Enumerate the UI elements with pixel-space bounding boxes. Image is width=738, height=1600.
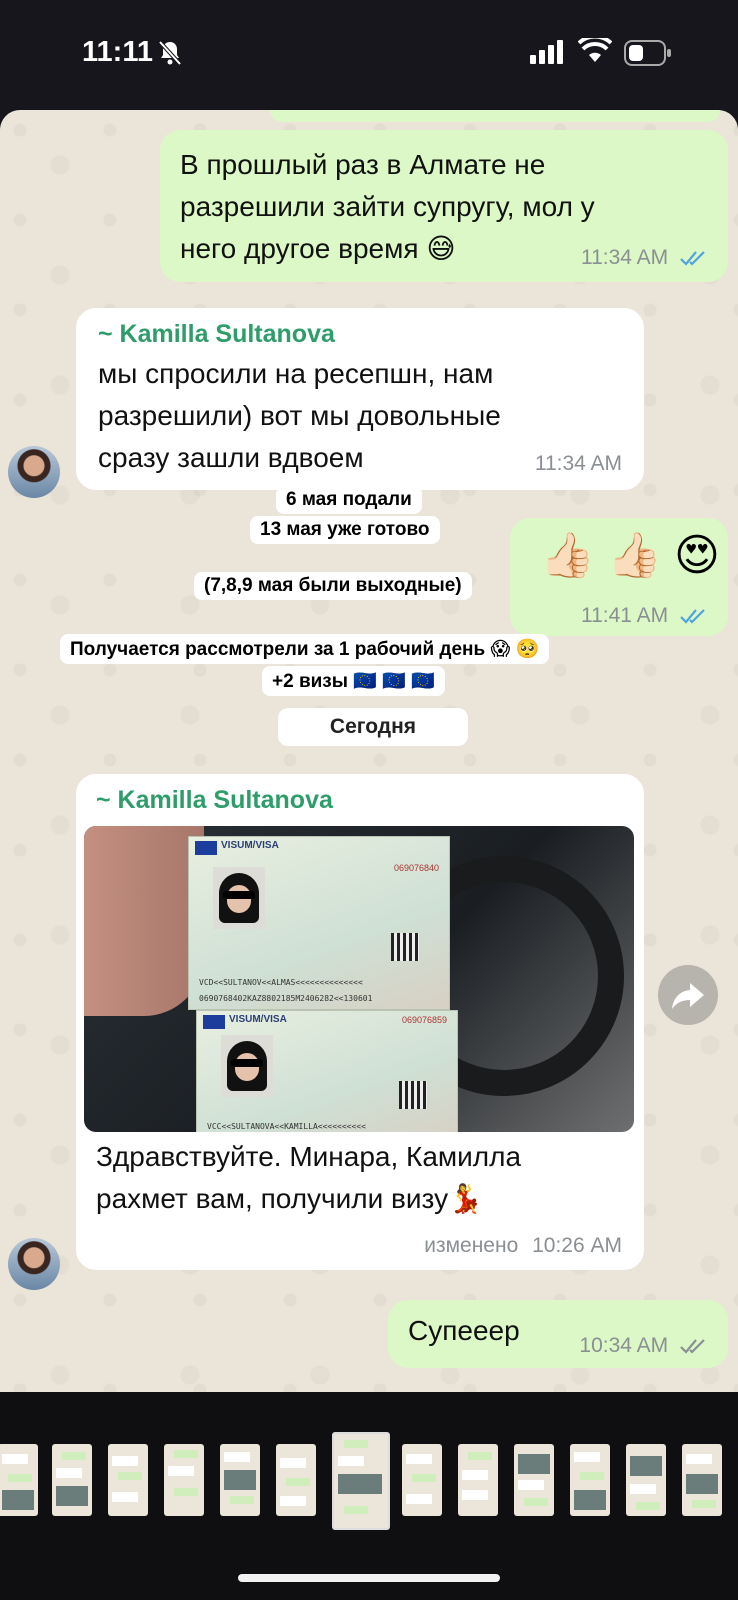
thumbnail[interactable] (164, 1444, 204, 1516)
thumbnail[interactable] (682, 1444, 722, 1516)
message-meta: изменено 10:26 AM (424, 1234, 622, 1258)
signal-icon (530, 40, 563, 64)
eu-flag-icon (195, 841, 217, 855)
status-time: 11:11 (82, 36, 153, 68)
qr-code (391, 933, 419, 961)
message-bubble-outgoing[interactable]: В прошлый раз в Алмате не разрешили зайт… (160, 130, 728, 282)
message-bubble-incoming[interactable]: ~ Kamilla Sultanova VISUM/VISA 069076840… (76, 774, 644, 1270)
thumbnail[interactable] (108, 1444, 148, 1516)
message-bubble-outgoing[interactable]: Супееер 10:34 AM (388, 1300, 728, 1368)
double-check-read-icon (680, 251, 705, 267)
thumbnail[interactable] (52, 1444, 92, 1516)
visa-photo[interactable]: VISUM/VISA 069076840 VCD<<SULTANOV<<ALMA… (84, 826, 634, 1132)
message-time: 11:34 AM (580, 246, 669, 269)
caption-text: +2 визы 🇪🇺 🇪🇺 🇪🇺 (262, 666, 445, 696)
message-text: Супееер (408, 1315, 520, 1346)
bell-slash-icon (158, 40, 182, 66)
qr-code (399, 1081, 427, 1109)
thumbnail[interactable] (458, 1444, 498, 1516)
message-meta: 11:34 AM (581, 246, 708, 270)
message-time: 10:26 AM (532, 1234, 622, 1257)
message-meta: 11:41 AM (581, 604, 708, 628)
caption-text: 6 мая подали (276, 486, 422, 514)
thumbnail[interactable] (0, 1444, 38, 1516)
message-time: 11:34 AM (534, 452, 622, 475)
message-bubble-outgoing[interactable]: 👍🏻 👍🏻 😍 11:41 AM (510, 518, 728, 636)
chat-area[interactable]: В прошлый раз в Алмате не разрешили зайт… (0, 110, 738, 1392)
avatar[interactable] (8, 446, 60, 498)
thumbnail[interactable] (570, 1444, 610, 1516)
thumbnail[interactable] (626, 1444, 666, 1516)
thumbnail-active[interactable] (332, 1432, 390, 1530)
date-separator: Сегодня (278, 708, 468, 746)
message-time: 10:34 AM (579, 1334, 669, 1357)
message-emoji: 👍🏻 👍🏻 😍 (540, 531, 720, 580)
message-time: 11:41 AM (580, 604, 669, 627)
thumbnail[interactable] (402, 1444, 442, 1516)
status-bar: 11:11 (0, 0, 738, 110)
thumbnail-strip (0, 1392, 738, 1600)
visa-portrait (213, 867, 265, 929)
caption-text: (7,8,9 мая были выходные) (194, 572, 472, 600)
forward-icon (672, 983, 704, 1009)
visa-card-bottom: VISUM/VISA 069076859 VCC<<SULTANOVA<<KAM… (196, 1010, 458, 1132)
thumbnail[interactable] (220, 1444, 260, 1516)
previous-message-edge (270, 110, 720, 122)
eu-flag-icon (203, 1015, 225, 1029)
avatar[interactable] (8, 1238, 60, 1290)
caption-text: 13 мая уже готово (250, 516, 440, 544)
forward-button[interactable] (658, 965, 718, 1025)
home-indicator[interactable] (238, 1574, 500, 1582)
sender-name[interactable]: ~ Kamilla Sultanova (98, 320, 622, 349)
thumbnail[interactable] (276, 1444, 316, 1516)
sender-name[interactable]: ~ Kamilla Sultanova (96, 786, 333, 815)
edited-label: изменено (424, 1234, 519, 1257)
caption-text: Получается рассмотрели за 1 рабочий день… (60, 634, 550, 664)
message-meta: 10:34 AM (579, 1334, 708, 1358)
double-check-read-icon (680, 609, 705, 625)
hand (84, 826, 204, 1016)
visa-card-top: VISUM/VISA 069076840 VCD<<SULTANOV<<ALMA… (188, 836, 450, 1010)
double-check-delivered-icon (680, 1339, 705, 1355)
visa-portrait (221, 1035, 273, 1097)
message-text: Здравствуйте. Минара, Камилла рахмет вам… (96, 1141, 522, 1214)
battery-icon (624, 40, 671, 66)
wifi-icon (578, 38, 612, 62)
message-bubble-incoming[interactable]: ~ Kamilla Sultanova мы спросили на ресеп… (76, 308, 644, 490)
thumbnail[interactable] (514, 1444, 554, 1516)
